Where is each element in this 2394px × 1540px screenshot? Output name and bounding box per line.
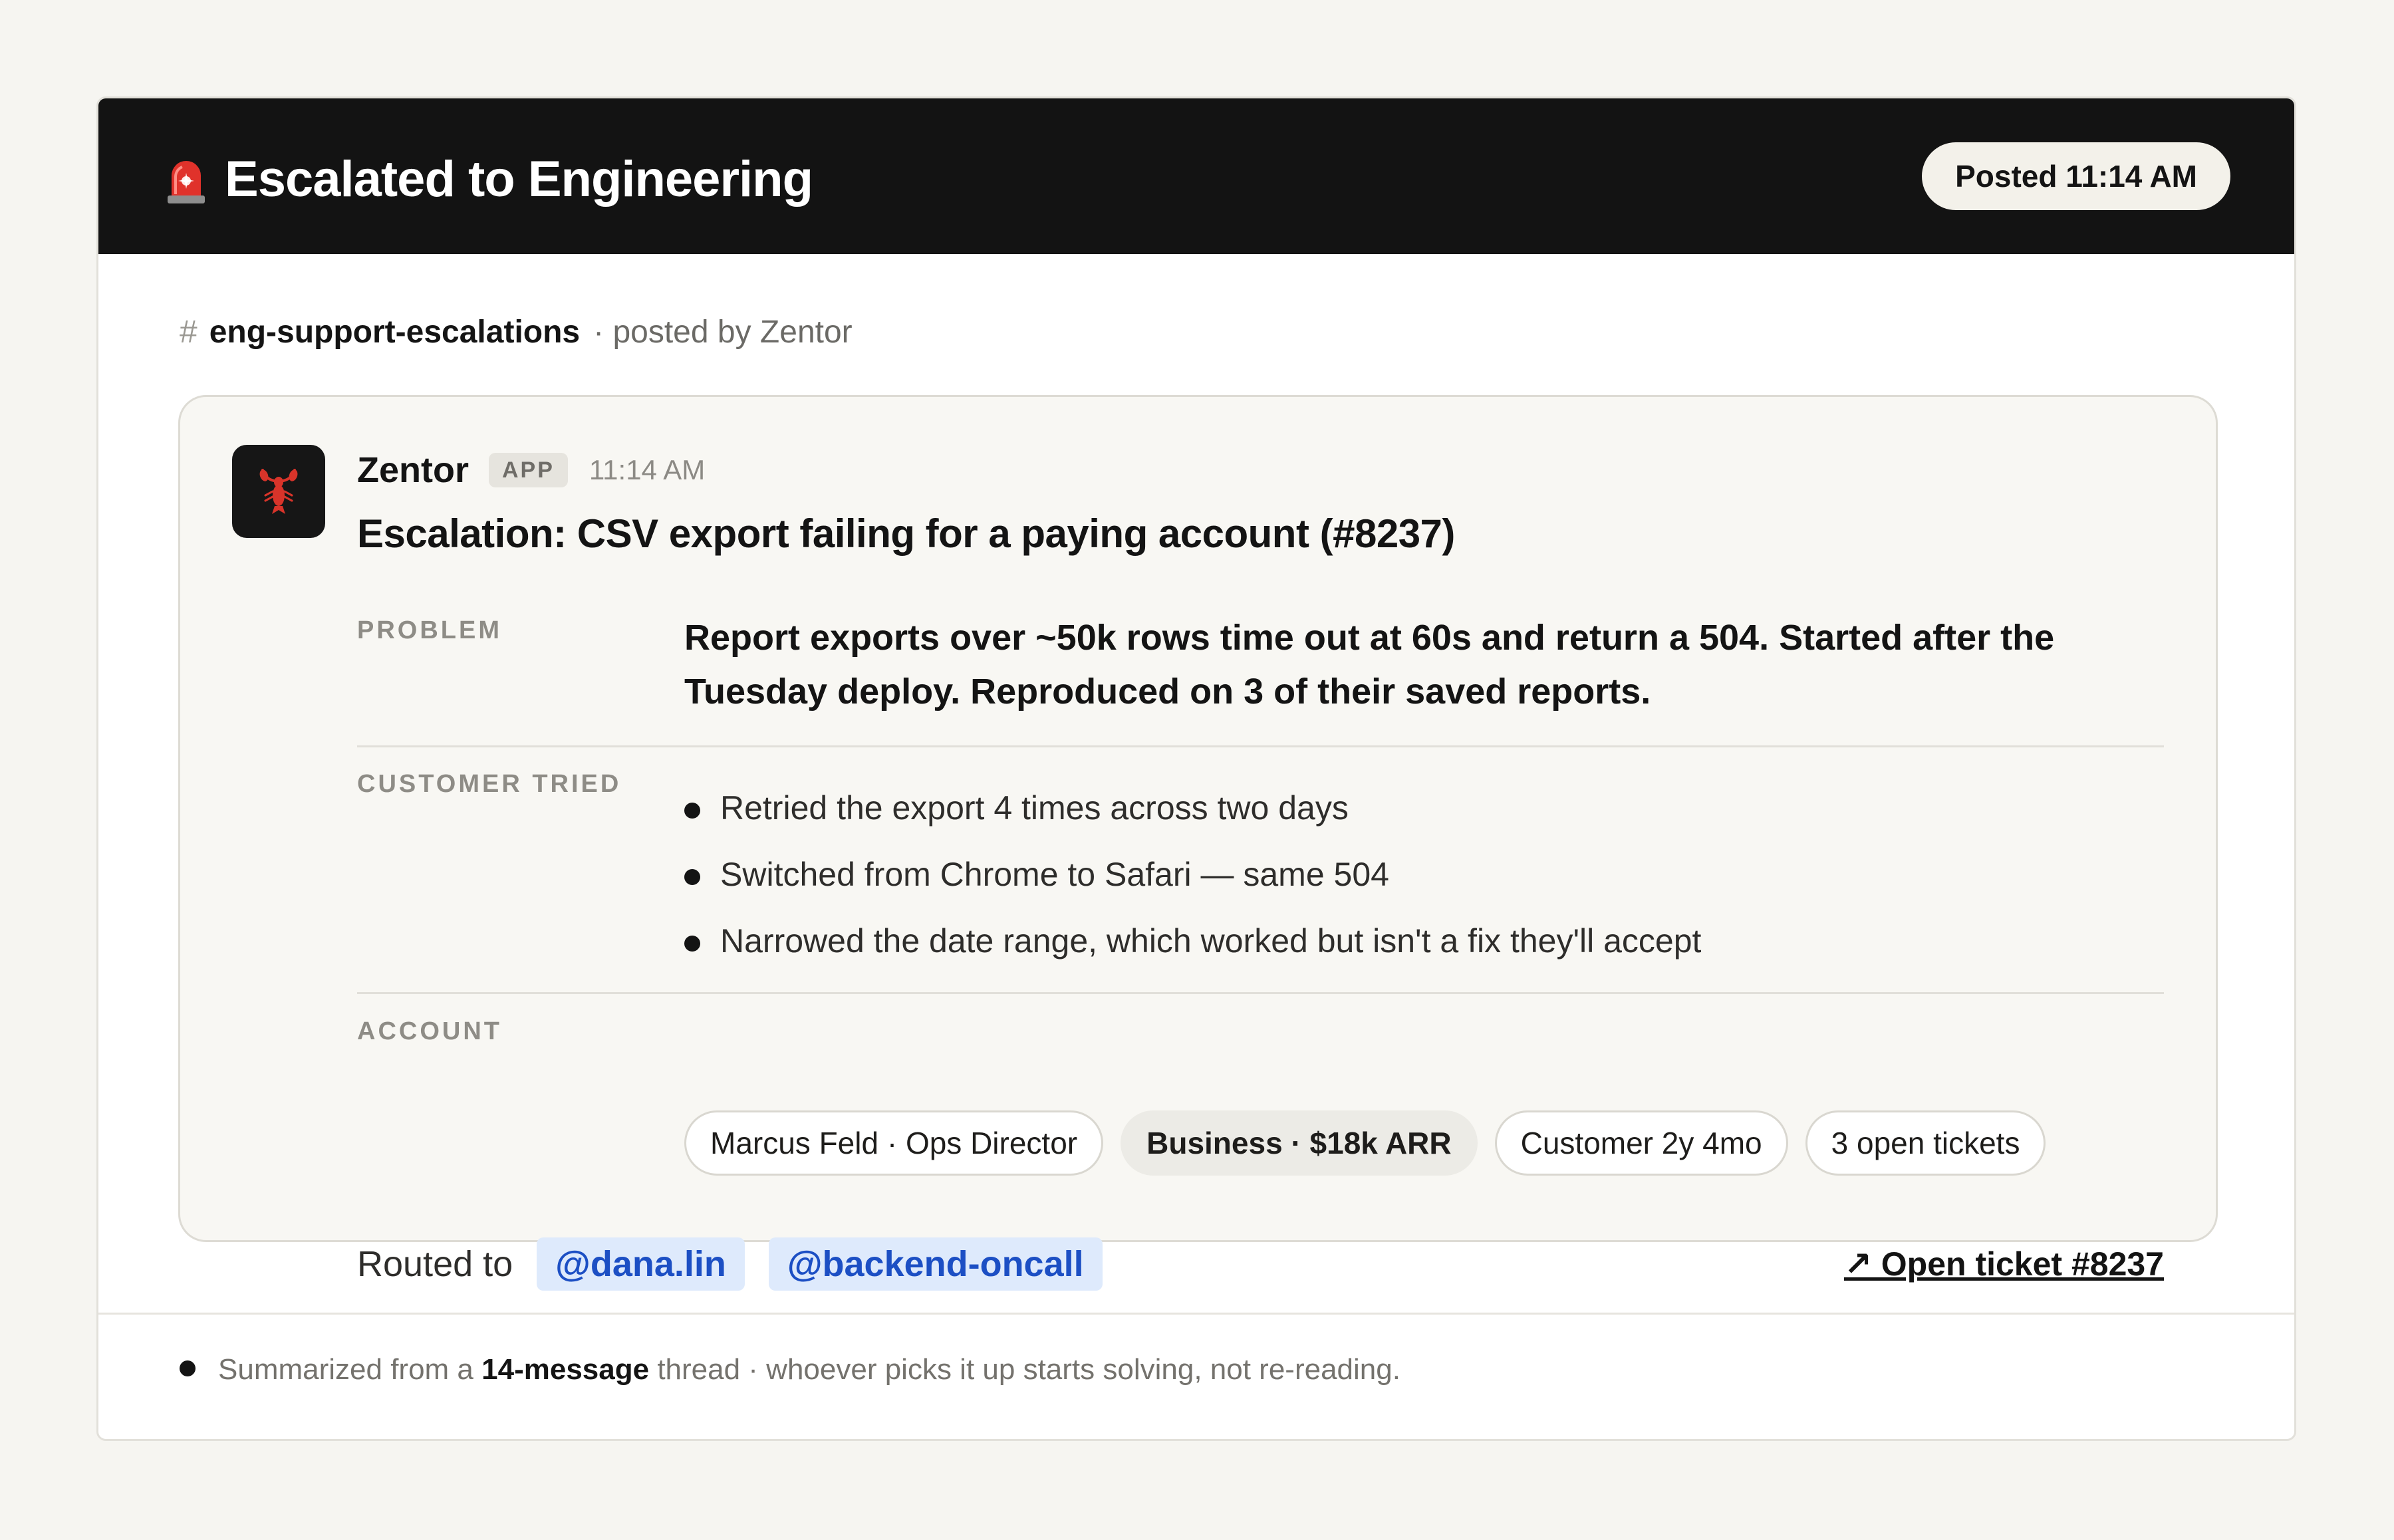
problem-label: PROBLEM — [357, 616, 502, 644]
footer-suffix: thread · whoever picks it up starts solv… — [657, 1353, 1400, 1386]
bullet-icon — [180, 1360, 196, 1377]
message-subject: Escalation: CSV export failing for a pay… — [357, 511, 1455, 556]
mention-dana-lin[interactable]: @dana.lin — [537, 1237, 745, 1291]
section-divider — [357, 992, 2164, 994]
channel-name[interactable]: eng-support-escalations — [209, 315, 580, 350]
bullet-icon — [684, 803, 700, 819]
sender-name[interactable]: Zentor — [357, 449, 469, 491]
customer-tried-label: CUSTOMER TRIED — [357, 770, 622, 798]
bullet-icon — [684, 936, 700, 952]
lobster-icon — [259, 469, 298, 514]
mention-backend-oncall[interactable]: @backend-oncall — [768, 1237, 1103, 1291]
posted-time-badge: Posted 11:14 AM — [1922, 142, 2230, 210]
message-block: Zentor APP 11:14 AM Escalation: CSV expo… — [178, 395, 2218, 1291]
escalation-card: Escalated to Engineering Posted 11:14 AM… — [96, 96, 2296, 1441]
routed-to-label: Routed to — [357, 1244, 513, 1284]
card-title: Escalated to Engineering — [225, 151, 813, 207]
open-tickets-chip[interactable]: 3 open tickets — [1805, 1110, 2046, 1176]
section-divider — [357, 745, 2164, 747]
bullet-icon — [684, 869, 700, 885]
posted-by-text: · posted by Zentor — [593, 315, 853, 350]
footer-prefix: Summarized from a — [218, 1353, 473, 1386]
channel-line: # eng-support-escalations · posted by Zent… — [180, 313, 853, 352]
avatar[interactable] — [232, 445, 325, 538]
card-header: Escalated to Engineering Posted 11:14 AM — [98, 98, 2294, 254]
problem-text: Report exports over ~50k rows time out a… — [684, 618, 2055, 711]
message-count: 14-message — [481, 1353, 650, 1386]
account-plan-chip: Business · $18k ARR — [1121, 1110, 1478, 1176]
app-badge: APP — [489, 453, 568, 487]
footer-divider — [98, 1313, 2294, 1315]
message-timestamp[interactable]: 11:14 AM — [589, 454, 705, 486]
open-ticket-link[interactable]: ↗ Open ticket #8237 — [1844, 1237, 2164, 1291]
customer-tried-list: Retried the export 4 times across two da… — [684, 775, 1701, 974]
routing-row: Routed to @dana.lin @backend-oncall — [357, 1237, 1127, 1291]
list-item: Retried the export 4 times across two da… — [684, 775, 1701, 841]
list-item: Switched from Chrome to Safari — same 50… — [684, 841, 1701, 908]
summary-footer: Summarized from a 14-message thread · wh… — [180, 1350, 1400, 1390]
account-tenure-chip: Customer 2y 4mo — [1494, 1110, 1788, 1176]
account-chips: Marcus Feld · Ops Director Business · $1… — [684, 1110, 2063, 1176]
account-contact-chip: Marcus Feld · Ops Director — [684, 1110, 1104, 1176]
channel-hash-icon: # — [180, 315, 198, 350]
message-meta: Zentor APP 11:14 AM — [357, 444, 705, 497]
account-label: ACCOUNT — [357, 1017, 502, 1045]
siren-icon — [168, 161, 205, 203]
list-item: Narrowed the date range, which worked bu… — [684, 908, 1701, 974]
